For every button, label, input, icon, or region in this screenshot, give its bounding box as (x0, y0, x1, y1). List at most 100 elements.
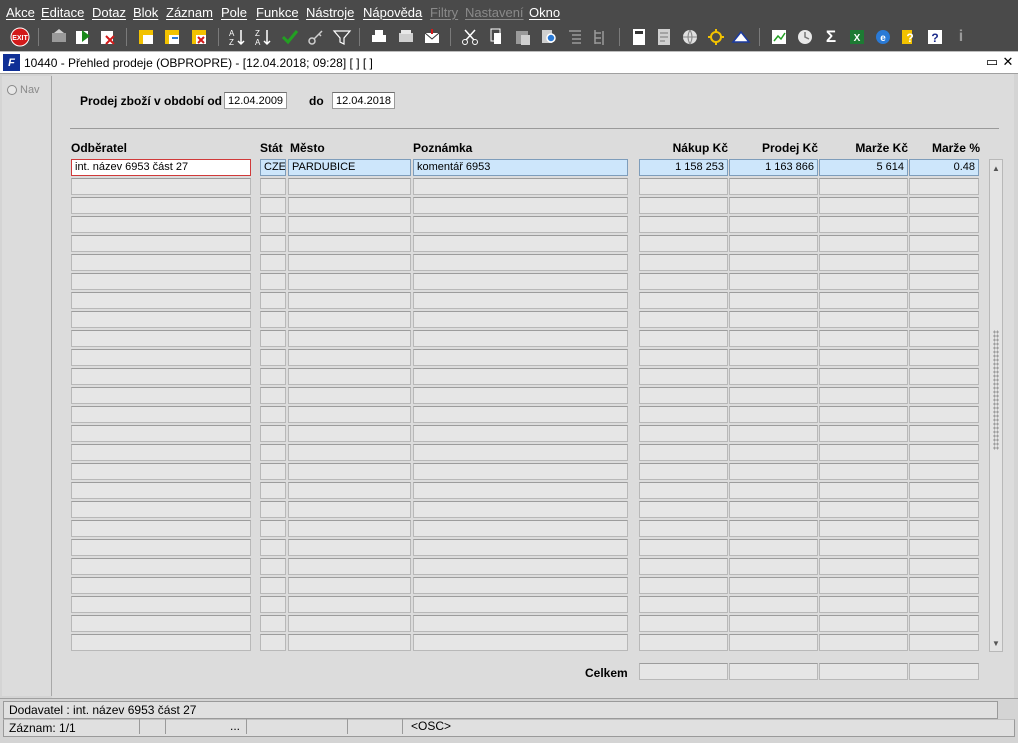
chart-icon[interactable] (769, 27, 789, 47)
cell-mesto[interactable] (288, 615, 411, 632)
cell-marze-kc[interactable] (819, 539, 908, 556)
cell-marze-kc[interactable] (819, 615, 908, 632)
cell-prodej[interactable] (729, 596, 818, 613)
cell-nakup[interactable] (639, 482, 728, 499)
menu-funkce[interactable]: Funkce (256, 5, 299, 20)
info-icon[interactable]: i (951, 27, 971, 47)
menu-dotaz[interactable]: Dotaz (92, 5, 126, 20)
cell-mesto[interactable] (288, 520, 411, 537)
report-icon[interactable] (654, 27, 674, 47)
cell-marze-pct[interactable] (909, 349, 979, 366)
cell-mesto[interactable] (288, 330, 411, 347)
paste-icon[interactable] (513, 27, 533, 47)
cell-poznamka[interactable] (413, 501, 628, 518)
cell-marze-kc[interactable] (819, 387, 908, 404)
cell-odberatel[interactable] (71, 634, 251, 651)
cell-stat[interactable] (260, 387, 286, 404)
cell-prodej[interactable] (729, 330, 818, 347)
lock-icon[interactable] (137, 27, 157, 47)
cell-mesto[interactable] (288, 216, 411, 233)
cell-mesto[interactable] (288, 539, 411, 556)
cell-prodej[interactable] (729, 482, 818, 499)
cell-stat[interactable] (260, 178, 286, 195)
cell-odberatel[interactable] (71, 216, 251, 233)
cell-nakup[interactable] (639, 444, 728, 461)
cell-stat[interactable] (260, 254, 286, 271)
menu-filtry[interactable]: Filtry (430, 5, 458, 20)
cell-marze-kc[interactable] (819, 425, 908, 442)
cell-poznamka[interactable] (413, 178, 628, 195)
cell-prodej[interactable] (729, 216, 818, 233)
cell-marze-kc[interactable] (819, 482, 908, 499)
cell-marze-pct[interactable] (909, 235, 979, 252)
menu-napoveda[interactable]: Nápověda (363, 5, 422, 20)
restore-icon[interactable]: ▭ (985, 54, 999, 70)
cell-stat[interactable] (260, 311, 286, 328)
cell-prodej[interactable] (729, 520, 818, 537)
cell-poznamka[interactable] (413, 482, 628, 499)
scroll-down-icon[interactable]: ▼ (990, 636, 1002, 650)
cell-nakup[interactable] (639, 197, 728, 214)
cell-marze-pct[interactable] (909, 273, 979, 290)
cell-odberatel[interactable] (71, 482, 251, 499)
cell-marze-pct[interactable] (909, 216, 979, 233)
cell-prodej[interactable] (729, 444, 818, 461)
cell-prodej[interactable] (729, 539, 818, 556)
sort-asc-icon[interactable]: AZ (227, 27, 247, 47)
cell-marze-pct[interactable] (909, 482, 979, 499)
cell-odberatel[interactable] (71, 330, 251, 347)
cell-stat[interactable]: CZE (260, 159, 286, 176)
cell-marze-kc[interactable] (819, 292, 908, 309)
cell-odberatel[interactable] (71, 406, 251, 423)
cell-marze-kc[interactable] (819, 368, 908, 385)
triangle-icon[interactable] (731, 27, 751, 47)
cell-poznamka[interactable] (413, 368, 628, 385)
menu-blok[interactable]: Blok (133, 5, 158, 20)
tree-icon[interactable] (591, 27, 611, 47)
cell-stat[interactable] (260, 273, 286, 290)
copy-icon[interactable] (486, 27, 506, 47)
cell-mesto[interactable] (288, 463, 411, 480)
cell-stat[interactable] (260, 197, 286, 214)
sum-icon[interactable]: Σ (821, 27, 841, 47)
save-icon[interactable] (73, 27, 93, 47)
cell-marze-pct[interactable] (909, 330, 979, 347)
cell-marze-pct[interactable] (909, 444, 979, 461)
cut-icon[interactable] (460, 27, 480, 47)
cell-marze-pct[interactable] (909, 520, 979, 537)
cell-mesto[interactable] (288, 482, 411, 499)
cell-nakup[interactable] (639, 425, 728, 442)
cell-prodej[interactable] (729, 501, 818, 518)
cell-nakup[interactable] (639, 387, 728, 404)
cell-marze-kc[interactable] (819, 501, 908, 518)
print-icon[interactable] (369, 27, 389, 47)
menu-pole[interactable]: Pole (221, 5, 247, 20)
cell-marze-kc[interactable] (819, 577, 908, 594)
cell-mesto[interactable] (288, 387, 411, 404)
cell-nakup[interactable] (639, 577, 728, 594)
date-from-field[interactable]: 12.04.2009 (224, 92, 287, 109)
print-setup-icon[interactable] (396, 27, 416, 47)
cell-stat[interactable] (260, 615, 286, 632)
cell-marze-pct[interactable] (909, 615, 979, 632)
cell-poznamka[interactable] (413, 520, 628, 537)
cell-stat[interactable] (260, 425, 286, 442)
menu-okno[interactable]: Okno (529, 5, 560, 20)
cell-poznamka[interactable] (413, 311, 628, 328)
insert-record-icon[interactable] (49, 27, 69, 47)
cell-mesto[interactable] (288, 197, 411, 214)
cell-poznamka[interactable] (413, 558, 628, 575)
cell-prodej[interactable] (729, 273, 818, 290)
filter-icon[interactable] (332, 27, 352, 47)
cell-prodej[interactable]: 1 163 866 (729, 159, 818, 176)
calculator-icon[interactable] (629, 27, 649, 47)
cell-odberatel[interactable] (71, 558, 251, 575)
cell-marze-kc[interactable]: 5 614 (819, 159, 908, 176)
cell-prodej[interactable] (729, 634, 818, 651)
table-scrollbar[interactable]: ▲ ▼ (989, 159, 1003, 652)
cell-odberatel[interactable]: int. název 6953 část 27 (71, 159, 251, 176)
nav-radio[interactable] (7, 85, 17, 95)
scroll-up-icon[interactable]: ▲ (990, 161, 1002, 175)
cell-poznamka[interactable] (413, 273, 628, 290)
cell-nakup[interactable] (639, 463, 728, 480)
